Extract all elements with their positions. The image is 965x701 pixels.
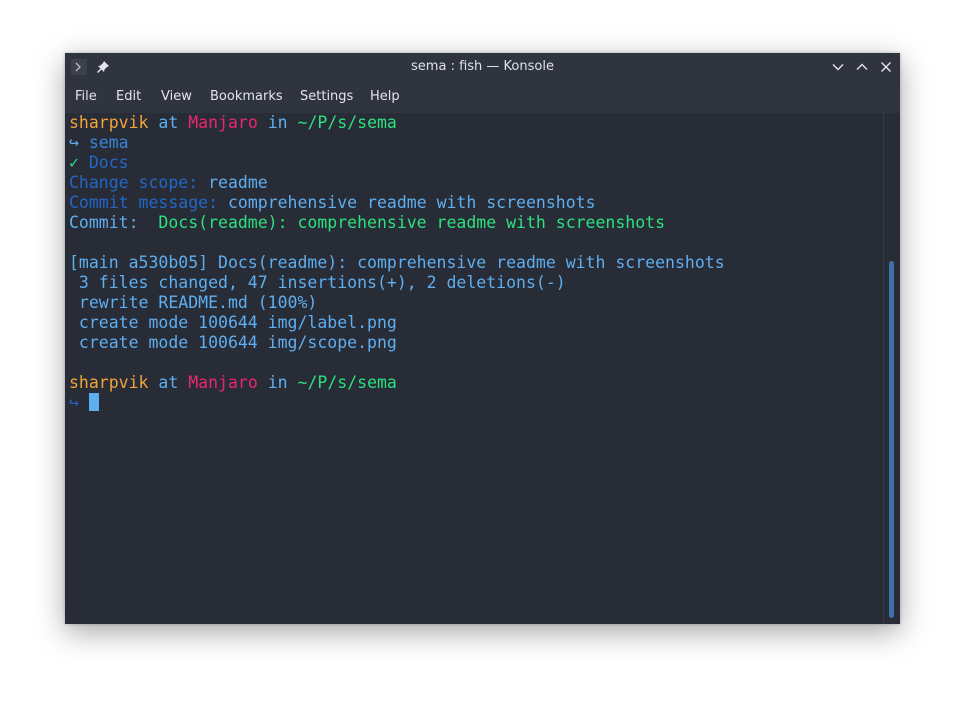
command-text: sema	[88, 133, 129, 152]
command-line: ↪ sema	[69, 133, 129, 153]
commit-value: Docs(readme): comprehensive readme with …	[158, 213, 666, 232]
prompt-line: sharpvik at Manjaro in ~/P/s/sema	[69, 113, 397, 133]
menu-bar: File Edit View Bookmarks Settings Help	[65, 81, 900, 113]
scrollbar[interactable]	[883, 113, 900, 624]
terminal-output[interactable]: sharpvik at Manjaro in ~/P/s/sema ↪ sema…	[65, 113, 883, 624]
scrollbar-thumb[interactable]	[889, 261, 894, 618]
git-output-line: create mode 100644 img/scope.png	[69, 333, 397, 352]
menu-view[interactable]: View	[161, 81, 192, 113]
text-cursor	[88, 393, 99, 411]
prompt-path: ~/P/s/sema	[297, 113, 397, 132]
message-line: Commit message: comprehensive readme wit…	[69, 193, 596, 213]
window-title: sema : fish — Konsole	[411, 59, 554, 74]
input-line[interactable]: ↪	[69, 393, 99, 413]
commit-label: Commit:	[69, 213, 159, 232]
scope-value: readme	[208, 173, 268, 192]
check-mark: ✓	[69, 153, 89, 172]
scope-label: Change scope:	[69, 173, 209, 192]
git-output-line: 3 files changed, 47 insertions(+), 2 del…	[69, 273, 566, 292]
menu-edit[interactable]: Edit	[116, 81, 141, 113]
commit-type: Docs	[88, 153, 129, 172]
prompt-line: sharpvik at Manjaro in ~/P/s/sema	[69, 373, 397, 393]
close-icon[interactable]	[879, 60, 893, 74]
konsole-window: sema : fish — Konsole File Edit View Boo…	[65, 53, 900, 624]
menu-settings[interactable]: Settings	[300, 81, 353, 113]
menu-help[interactable]: Help	[370, 81, 400, 113]
prompt-in: in	[257, 113, 298, 132]
prompt-arrow: ↪	[69, 133, 89, 152]
prompt-arrow: ↪	[69, 393, 89, 412]
menu-file[interactable]: File	[75, 81, 97, 113]
maximize-icon[interactable]	[855, 60, 869, 74]
prompt-at: at	[148, 113, 189, 132]
commit-line: Commit: Docs(readme): comprehensive read…	[69, 213, 665, 233]
minimize-icon[interactable]	[831, 60, 845, 74]
prompt-user: sharpvik	[69, 113, 149, 132]
commit-type-line: ✓ Docs	[69, 153, 129, 173]
prompt-user: sharpvik	[69, 373, 149, 392]
git-output-line: create mode 100644 img/label.png	[69, 313, 397, 332]
prompt-host: Manjaro	[188, 373, 258, 392]
title-bar[interactable]: sema : fish — Konsole	[65, 53, 900, 81]
message-label: Commit message:	[69, 193, 228, 212]
prompt-at: at	[148, 373, 189, 392]
scope-line: Change scope: readme	[69, 173, 268, 193]
prompt-in: in	[257, 373, 298, 392]
menu-bookmarks[interactable]: Bookmarks	[210, 81, 283, 113]
git-output-line: [main a530b05] Docs(readme): comprehensi…	[69, 253, 725, 272]
prompt-path: ~/P/s/sema	[297, 373, 397, 392]
message-value: comprehensive readme with screenshots	[227, 193, 596, 212]
prompt-host: Manjaro	[188, 113, 258, 132]
git-output-line: rewrite README.md (100%)	[69, 293, 318, 312]
